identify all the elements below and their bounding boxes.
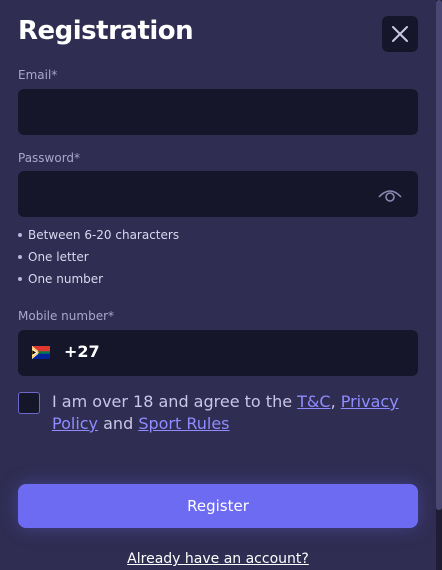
mobile-number-input[interactable] bbox=[108, 330, 412, 378]
email-label: Email* bbox=[18, 68, 58, 82]
password-rule: One letter bbox=[18, 246, 179, 268]
tc-link[interactable]: T&C bbox=[297, 392, 330, 411]
bullet-icon bbox=[18, 255, 22, 259]
bullet-icon bbox=[18, 233, 22, 237]
page-title: Registration bbox=[18, 16, 194, 46]
password-rule: Between 6-20 characters bbox=[18, 224, 179, 246]
register-button[interactable]: Register bbox=[18, 484, 418, 528]
age-terms-checkbox[interactable] bbox=[18, 392, 40, 414]
south-africa-flag-icon[interactable] bbox=[32, 346, 50, 359]
close-button[interactable] bbox=[382, 16, 418, 52]
terms-agreement-text: I am over 18 and agree to the T&C, Priva… bbox=[52, 392, 399, 433]
registration-modal: Registration Email* Password* Between 6-… bbox=[0, 0, 436, 570]
login-link[interactable]: Already have an account? bbox=[0, 551, 436, 567]
eye-icon bbox=[378, 190, 402, 202]
password-label: Password* bbox=[18, 151, 81, 165]
scrollbar[interactable] bbox=[436, 0, 442, 570]
bullet-icon bbox=[18, 277, 22, 281]
close-icon bbox=[392, 26, 408, 42]
sport-rules-link[interactable]: Sport Rules bbox=[138, 414, 229, 433]
password-rule: One number bbox=[18, 268, 179, 290]
mobile-field: +27 bbox=[18, 330, 418, 378]
mobile-label: Mobile number* bbox=[18, 309, 115, 323]
show-password-toggle[interactable] bbox=[376, 183, 404, 205]
country-code[interactable]: +27 bbox=[64, 342, 100, 361]
scrollbar-thumb[interactable] bbox=[436, 0, 442, 510]
password-field[interactable] bbox=[18, 171, 418, 217]
password-rules: Between 6-20 characters One letter One n… bbox=[18, 224, 179, 290]
email-field[interactable] bbox=[18, 89, 418, 135]
